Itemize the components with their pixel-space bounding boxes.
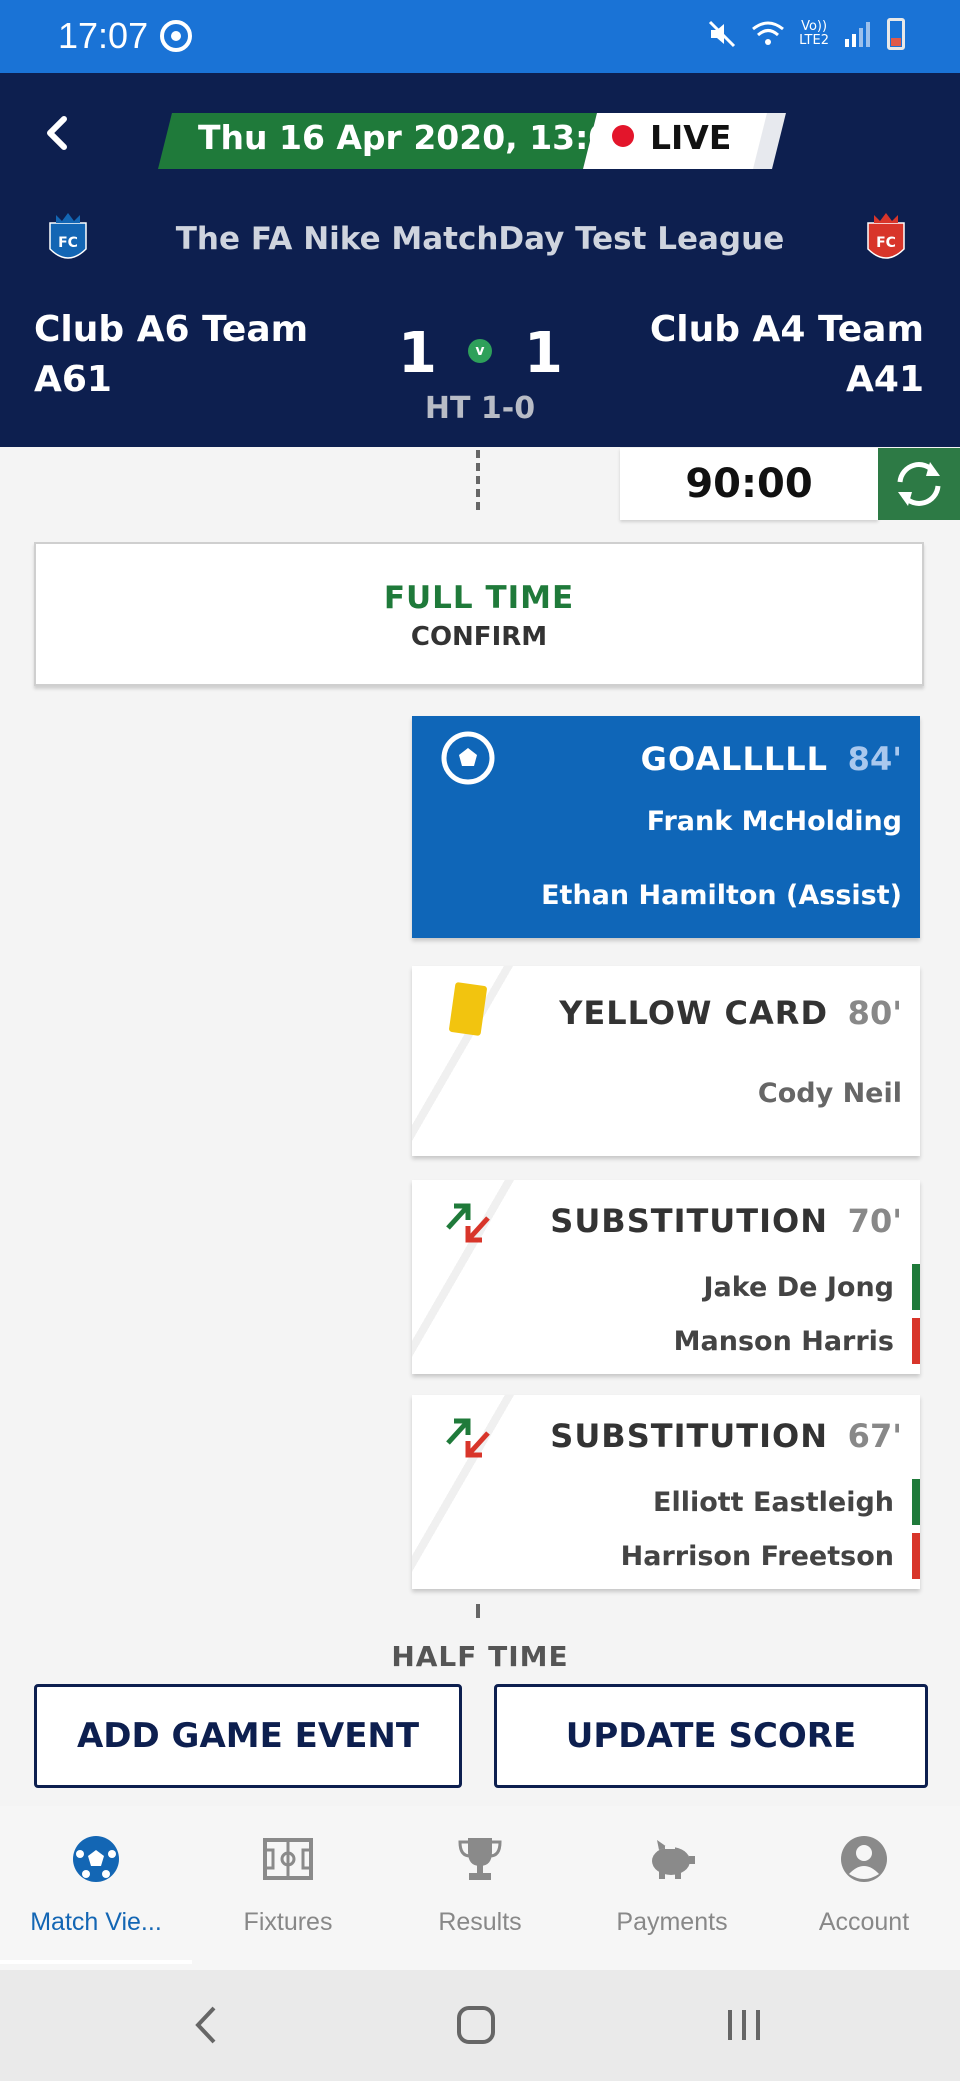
system-navigation-bar (0, 1970, 960, 2081)
back-arrow-icon[interactable] (38, 113, 78, 153)
live-indicator-icon (612, 125, 634, 147)
player-on: Jake De Jong (703, 1272, 894, 1303)
league-name: The FA Nike MatchDay Test League (175, 221, 785, 257)
match-clock: 90:00 (620, 448, 878, 520)
home-team-line1: Club A6 Team (34, 309, 309, 350)
soccer-ball-icon (441, 731, 495, 785)
substitution-icon (446, 1418, 490, 1458)
live-label: LIVE (650, 118, 732, 157)
event-card-goal[interactable]: GOALLLLL 84' Frank McHolding Ethan Hamil… (412, 716, 920, 938)
status-time: 17:07 (58, 15, 149, 56)
battery-icon (887, 18, 905, 50)
signal-icon (845, 22, 870, 47)
pitch-icon (263, 1838, 313, 1880)
timeline-connector (476, 450, 480, 510)
mute-icon (709, 20, 736, 48)
event-minute: 70' (847, 1202, 902, 1240)
network-label-2: LTE2 (799, 33, 829, 48)
nav-label: Account (818, 1908, 910, 1936)
refresh-button[interactable] (878, 448, 960, 520)
event-type: YELLOW CARD (559, 994, 828, 1032)
full-time-label: FULL TIME (383, 580, 575, 616)
status-bar: 17:07 Vo)) LTE2 (0, 0, 960, 73)
trophy-icon (458, 1838, 502, 1880)
home-team-name: Club A6 Team A61 (34, 305, 308, 405)
player-off-indicator (912, 1533, 920, 1579)
nav-item-match-view[interactable]: Match Vie... (0, 1806, 192, 1970)
away-crest-text: FC (876, 235, 896, 251)
status-icons: Vo)) LTE2 (707, 18, 905, 50)
match-header: Thu 16 Apr 2020, 13:00 LIVE FC The FA Ni… (0, 73, 960, 447)
nav-active-indicator (0, 1960, 192, 1964)
add-game-event-button[interactable]: ADD GAME EVENT (34, 1684, 462, 1788)
nav-label: Fixtures (243, 1908, 333, 1936)
player-off-indicator (912, 1318, 920, 1364)
nav-item-fixtures[interactable]: Fixtures (192, 1806, 384, 1970)
player-on-indicator (912, 1264, 920, 1310)
system-recents-icon[interactable] (684, 1970, 804, 2081)
away-score: 1 (524, 321, 563, 386)
update-score-button[interactable]: UPDATE SCORE (494, 1684, 928, 1788)
system-back-icon[interactable] (148, 1970, 268, 2081)
event-minute: 67' (847, 1417, 902, 1455)
nav-item-payments[interactable]: Payments (576, 1806, 768, 1970)
match-datetime: Thu 16 Apr 2020, 13:00 (198, 118, 635, 157)
network-type: Vo)) LTE2 (799, 20, 829, 48)
wifi-icon (752, 21, 785, 45)
event-minute: 80' (847, 994, 902, 1032)
timeline-connector (476, 1604, 480, 1618)
piggy-bank-icon (652, 1840, 695, 1879)
event-type: SUBSTITUTION (550, 1202, 828, 1240)
goal-assist: Ethan Hamilton (Assist) (541, 880, 902, 911)
nav-item-account[interactable]: Account (768, 1806, 960, 1970)
event-card-yellow-card[interactable]: YELLOW CARD 80' Cody Neil (412, 966, 920, 1156)
nav-label: Results (438, 1908, 522, 1936)
account-icon (841, 1836, 887, 1882)
vs-badge: v (468, 339, 492, 363)
player-on: Elliott Eastleigh (653, 1487, 894, 1518)
player-off: Harrison Freetson (620, 1541, 894, 1572)
nav-item-results[interactable]: Results (384, 1806, 576, 1970)
event-card-substitution[interactable]: SUBSTITUTION 70' Jake De Jong Manson Har… (412, 1180, 920, 1374)
booked-player: Cody Neil (757, 1078, 902, 1109)
player-on-indicator (912, 1479, 920, 1525)
sync-icon (160, 20, 192, 52)
goal-scorer: Frank McHolding (646, 806, 902, 837)
home-score: 1 (398, 321, 437, 386)
refresh-icon (897, 462, 941, 506)
away-team-crest-icon: FC (867, 213, 905, 259)
event-type: GOALLLLL (640, 740, 828, 778)
nav-label: Payments (616, 1908, 728, 1936)
away-team-line1: Club A4 Team (649, 309, 924, 350)
full-time-confirm-button[interactable]: FULL TIME CONFIRM (34, 542, 924, 686)
network-label-1: Vo)) (801, 19, 828, 34)
event-minute: 84' (847, 740, 902, 778)
event-type: SUBSTITUTION (550, 1417, 828, 1455)
confirm-label: CONFIRM (410, 622, 548, 652)
half-time-score: HT 1-0 (424, 391, 536, 426)
bottom-navigation: Match Vie... Fixtures Results Payments A… (0, 1806, 960, 1970)
player-off: Manson Harris (673, 1326, 894, 1357)
system-home-icon[interactable] (416, 1970, 536, 2081)
substitution-icon (446, 1203, 490, 1243)
nav-label: Match Vie... (30, 1908, 162, 1936)
half-time-marker: HALF TIME (391, 1640, 569, 1673)
away-team-name: Club A4 Team A41 (650, 305, 924, 405)
soccer-ball-icon (73, 1836, 119, 1882)
event-card-substitution[interactable]: SUBSTITUTION 67' Elliott Eastleigh Harri… (412, 1395, 920, 1589)
